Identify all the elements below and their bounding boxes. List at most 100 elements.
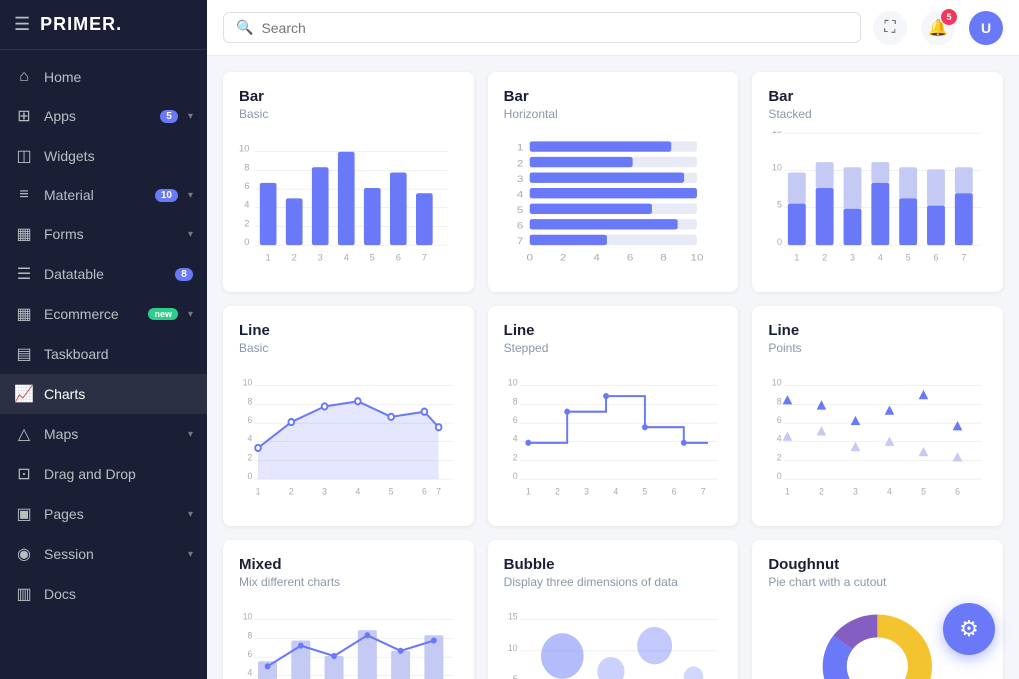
charts-icon: 📈	[14, 384, 34, 404]
svg-text:5: 5	[370, 253, 375, 263]
svg-text:6: 6	[517, 220, 524, 231]
chart-viz-bar-stacked: 1234567051015	[768, 131, 987, 276]
svg-text:3: 3	[517, 174, 524, 185]
svg-text:1: 1	[526, 486, 531, 496]
svg-text:0: 0	[244, 237, 249, 247]
sidebar-logo: PRIMER.	[40, 14, 122, 35]
svg-text:2: 2	[822, 252, 827, 262]
svg-text:8: 8	[244, 162, 249, 172]
sidebar-label-widgets: Widgets	[44, 148, 193, 164]
svg-text:6: 6	[671, 486, 676, 496]
sidebar-item-maps[interactable]: △ Maps ▾	[0, 414, 207, 454]
svg-text:2: 2	[517, 158, 524, 169]
chart-card-bar-stacked[interactable]: Bar Stacked 1234567051015	[752, 72, 1003, 292]
sidebar-item-pages[interactable]: ▣ Pages ▾	[0, 494, 207, 534]
docs-icon: ▥	[14, 584, 34, 604]
search-icon: 🔍	[236, 19, 253, 36]
search-input[interactable]	[261, 20, 848, 36]
sidebar-item-widgets[interactable]: ◫ Widgets	[0, 136, 207, 176]
chart-card-line-points[interactable]: Line Points 1234560246810	[752, 306, 1003, 526]
badge-apps: 5	[160, 110, 178, 123]
chart-card-bar-basic[interactable]: Bar Basic 12345670246810	[223, 72, 474, 292]
svg-text:0: 0	[777, 471, 782, 481]
chevron-forms: ▾	[188, 229, 193, 240]
chart-subtitle-bar-stacked: Stacked	[768, 107, 987, 121]
sidebar-item-ecommerce[interactable]: ▦ Ecommerce new ▾	[0, 294, 207, 334]
chart-card-bubble[interactable]: Bubble Display three dimensions of data …	[488, 540, 739, 679]
notifications-button[interactable]: 🔔 5	[921, 11, 955, 45]
svg-text:3: 3	[853, 486, 858, 496]
sidebar-item-drag-drop[interactable]: ⊡ Drag and Drop	[0, 454, 207, 494]
sidebar-label-session: Session	[44, 546, 178, 562]
chevron-pages: ▾	[188, 509, 193, 520]
svg-text:1: 1	[256, 486, 261, 496]
chart-subtitle-mixed: Mix different charts	[239, 575, 458, 589]
sidebar-item-forms[interactable]: ▦ Forms ▾	[0, 214, 207, 254]
svg-text:2: 2	[292, 253, 297, 263]
svg-text:6: 6	[626, 253, 633, 264]
sidebar-item-home[interactable]: ⌂ Home	[0, 58, 207, 96]
header: 🔍 ⛶ 🔔 5 U	[207, 0, 1019, 56]
svg-text:2: 2	[248, 452, 253, 462]
svg-text:6: 6	[248, 415, 253, 425]
charts-grid: Bar Basic 12345670246810 Bar Horizontal …	[223, 72, 1003, 679]
sidebar-item-material[interactable]: ≡ Material 10 ▾	[0, 176, 207, 214]
chart-viz-bar-horizontal: 12345670246810	[504, 131, 723, 276]
chart-subtitle-bar-basic: Basic	[239, 107, 458, 121]
sidebar-item-charts[interactable]: 📈 Charts	[0, 374, 207, 414]
chart-title-bar-horizontal: Bar	[504, 88, 723, 105]
svg-text:3: 3	[584, 486, 589, 496]
sidebar-item-docs[interactable]: ▥ Docs	[0, 574, 207, 614]
chart-subtitle-line-stepped: Stepped	[504, 341, 723, 355]
svg-text:1: 1	[266, 253, 271, 263]
sidebar-label-charts: Charts	[44, 386, 193, 402]
svg-text:0: 0	[526, 253, 533, 264]
svg-text:8: 8	[512, 396, 517, 406]
svg-text:4: 4	[593, 253, 600, 264]
svg-text:0: 0	[512, 471, 517, 481]
svg-text:10: 10	[508, 643, 518, 653]
chevron-session: ▾	[188, 549, 193, 560]
svg-text:6: 6	[512, 415, 517, 425]
svg-text:5: 5	[777, 200, 782, 210]
sidebar-label-home: Home	[44, 69, 193, 85]
svg-text:2: 2	[819, 486, 824, 496]
svg-text:2: 2	[560, 253, 567, 264]
svg-text:6: 6	[934, 252, 939, 262]
chart-card-mixed[interactable]: Mixed Mix different charts 1234560246810	[223, 540, 474, 679]
sidebar-nav: ⌂ Home ⊞ Apps 5 ▾ ◫ Widgets ≡ Material 1…	[0, 50, 207, 679]
fab-button[interactable]: ⚙	[943, 603, 995, 655]
ecommerce-icon: ▦	[14, 304, 34, 324]
svg-text:4: 4	[248, 667, 253, 677]
hamburger-icon[interactable]: ☰	[14, 14, 30, 35]
svg-text:6: 6	[244, 181, 249, 191]
svg-text:5: 5	[517, 205, 524, 216]
chevron-material: ▾	[188, 190, 193, 201]
svg-text:2: 2	[512, 452, 517, 462]
svg-text:7: 7	[700, 486, 705, 496]
avatar[interactable]: U	[969, 11, 1003, 45]
chart-card-line-stepped[interactable]: Line Stepped 12345670246810	[488, 306, 739, 526]
chart-viz-line-points: 1234560246810	[768, 365, 987, 510]
maps-icon: △	[14, 424, 34, 444]
chart-card-bar-horizontal[interactable]: Bar Horizontal 12345670246810	[488, 72, 739, 292]
sidebar-item-datatable[interactable]: ☰ Datatable 8	[0, 254, 207, 294]
svg-text:6: 6	[248, 649, 253, 659]
svg-text:5: 5	[906, 252, 911, 262]
sidebar-header: ☰ PRIMER.	[0, 0, 207, 50]
fullscreen-button[interactable]: ⛶	[873, 11, 907, 45]
notifications-badge: 5	[941, 9, 957, 25]
sidebar-label-maps: Maps	[44, 426, 178, 442]
sidebar-label-datatable: Datatable	[44, 266, 165, 282]
chart-card-line-basic[interactable]: Line Basic 12345670246810	[223, 306, 474, 526]
sidebar-item-apps[interactable]: ⊞ Apps 5 ▾	[0, 96, 207, 136]
material-icon: ≡	[14, 186, 34, 204]
datatable-icon: ☰	[14, 264, 34, 284]
chart-subtitle-doughnut: Pie chart with a cutout	[768, 575, 987, 589]
svg-text:2: 2	[777, 452, 782, 462]
svg-text:7: 7	[436, 486, 441, 496]
chart-title-line-stepped: Line	[504, 322, 723, 339]
sidebar-item-taskboard[interactable]: ▤ Taskboard	[0, 334, 207, 374]
svg-text:5: 5	[512, 674, 517, 679]
sidebar-item-session[interactable]: ◉ Session ▾	[0, 534, 207, 574]
